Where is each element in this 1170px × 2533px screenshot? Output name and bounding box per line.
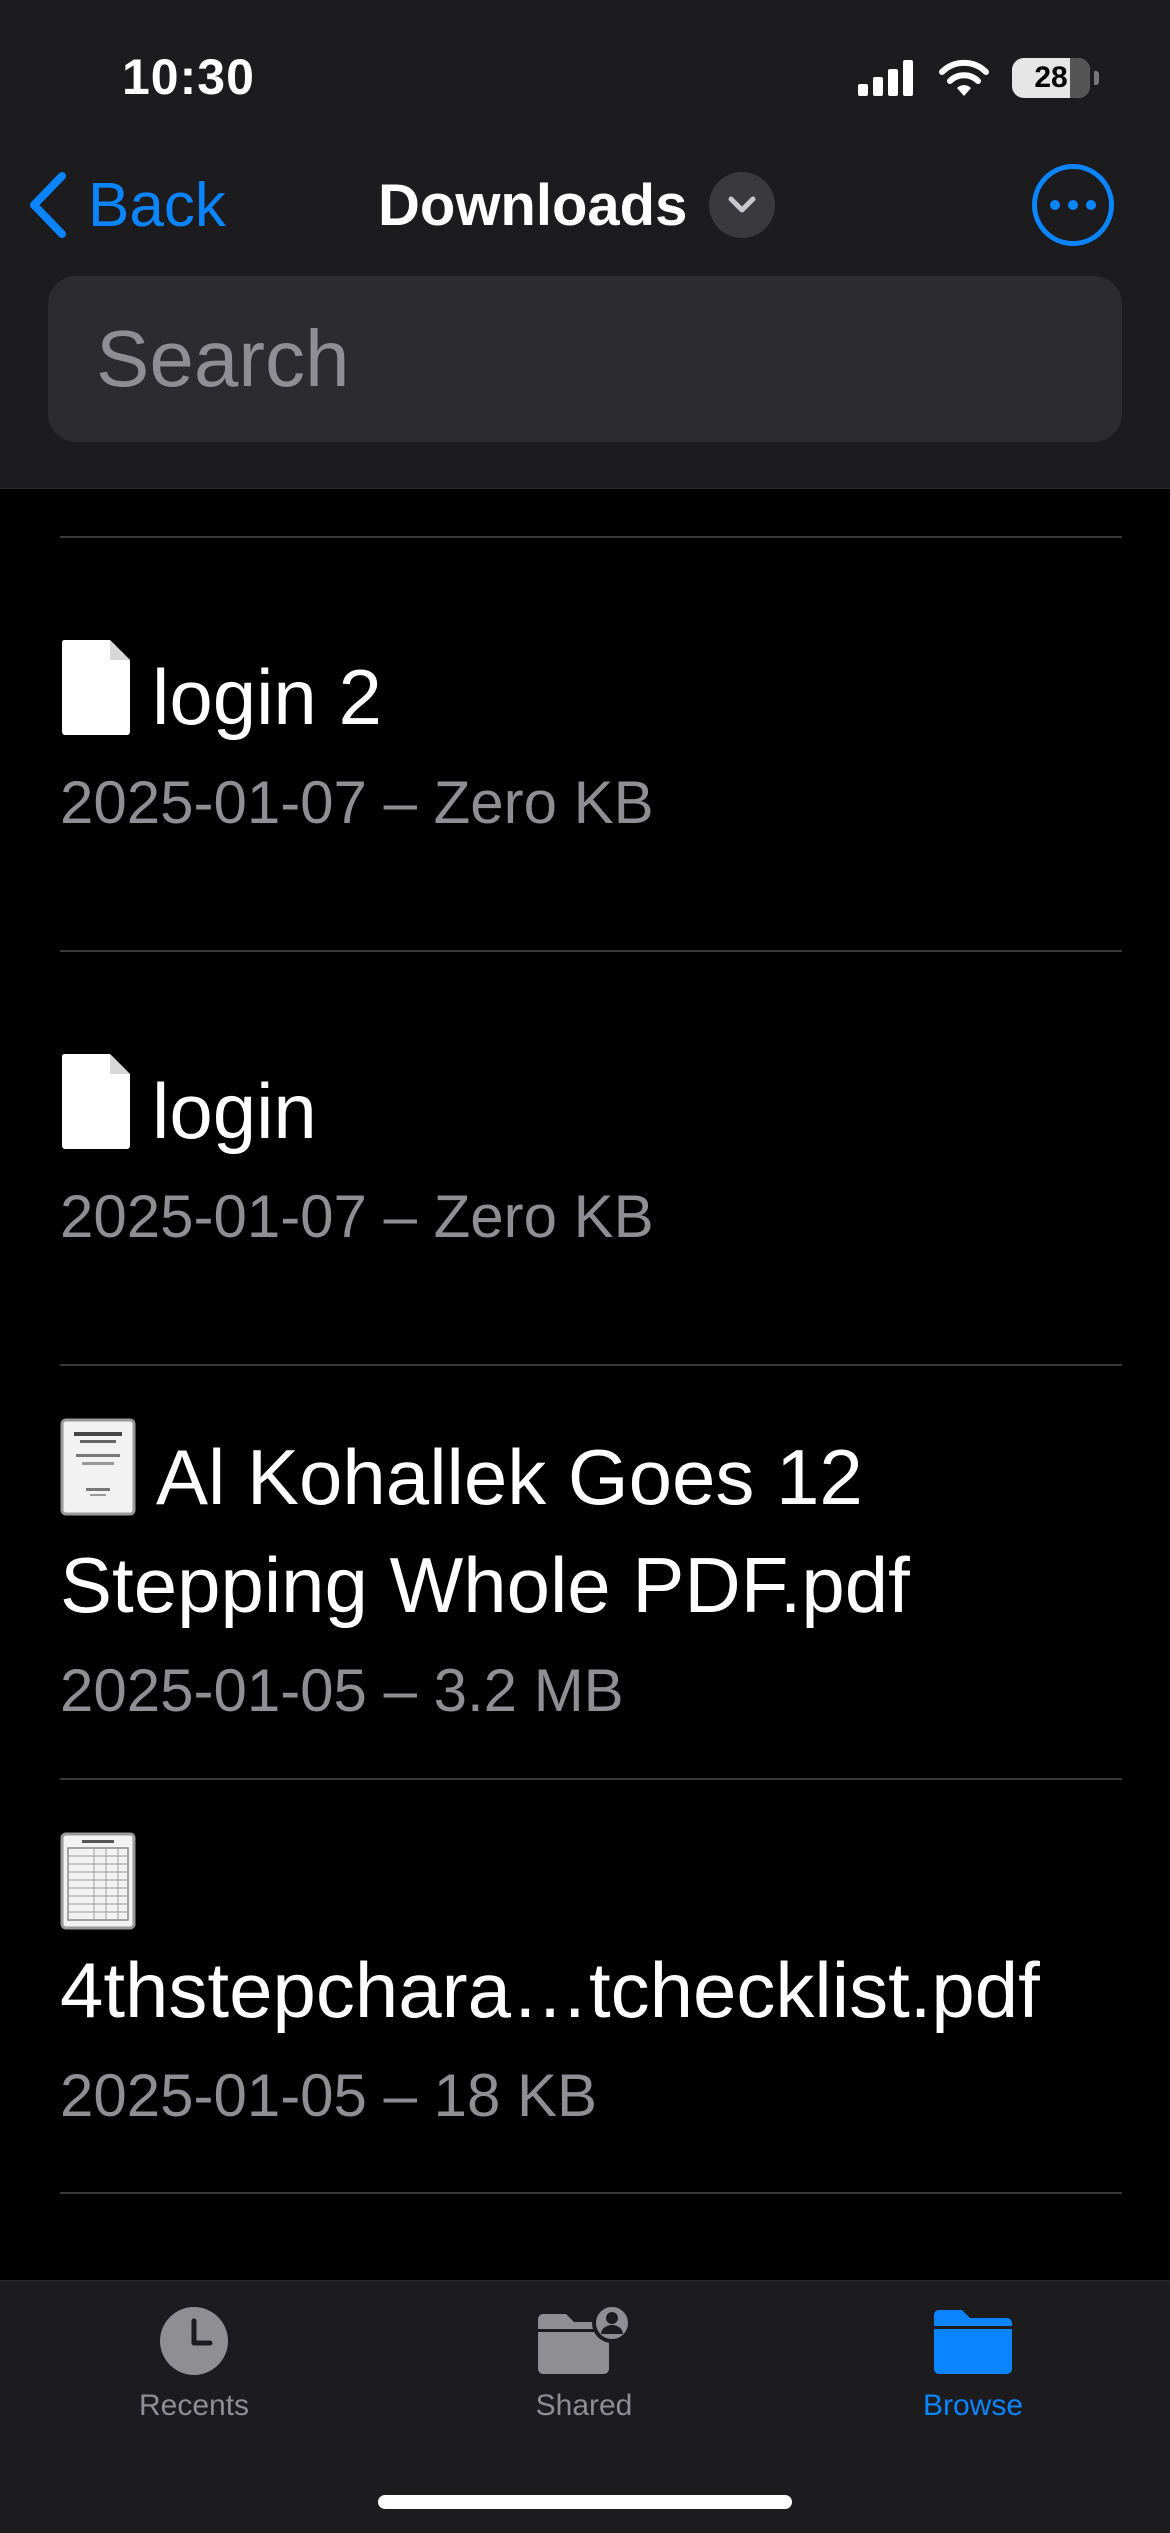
tab-shared[interactable]: Shared	[444, 2305, 724, 2455]
folder-icon	[934, 2310, 1012, 2374]
file-item-4thstep-pdf[interactable]: 4thstepchara…tchecklist.pdf 2025-01-05 –…	[60, 1832, 1122, 2138]
status-time: 10:30	[122, 49, 255, 105]
tab-recents[interactable]: Recents	[54, 2305, 334, 2455]
tab-label: Recents	[138, 2389, 250, 2422]
file-name: login 2	[152, 653, 382, 741]
battery-indicator: 28	[1012, 58, 1099, 98]
title-menu-button[interactable]	[709, 172, 776, 238]
navigation-header: 10:30 28 Back Downloads	[0, 0, 1170, 489]
search-bar[interactable]	[48, 276, 1125, 442]
list-divider	[60, 1778, 1122, 1780]
file-item-al-kohallek-pdf[interactable]: Al Kohallek Goes 12 Stepping Whole PDF.p…	[60, 1418, 1122, 1733]
shared-folder-icon	[538, 2305, 632, 2374]
chevron-down-icon	[728, 196, 756, 213]
file-meta: 2025-01-07 – Zero KB	[60, 769, 654, 836]
search-input[interactable]	[96, 313, 1125, 405]
chevron-left-icon	[30, 172, 66, 238]
list-divider	[60, 1364, 1122, 1366]
battery-level: 28	[1034, 61, 1068, 94]
ellipsis-circle-icon	[1050, 200, 1060, 210]
file-meta: 2025-01-05 – 3.2 MB	[60, 1657, 624, 1724]
page-title: Downloads	[378, 172, 688, 238]
wifi-icon	[939, 59, 989, 96]
cellular-signal-icon	[858, 60, 913, 96]
tab-browse[interactable]: Browse	[833, 2305, 1113, 2455]
folder-title-menu[interactable]: Downloads	[378, 160, 776, 250]
pdf-thumbnail-icon	[60, 1418, 136, 1516]
blank-document-icon	[61, 1054, 130, 1149]
tab-bar: Recents Shared Browse	[0, 2280, 1170, 2533]
file-item-login[interactable]: login 2025-01-07 – Zero KB	[60, 1052, 1122, 1259]
file-name: Al Kohallek Goes 12 Stepping Whole PDF.p…	[60, 1433, 910, 1629]
file-item-login-2[interactable]: login 2 2025-01-07 – Zero KB	[60, 638, 1122, 845]
tab-label: Shared	[535, 2389, 633, 2422]
file-meta: 2025-01-07 – Zero KB	[60, 1183, 654, 1250]
pdf-thumbnail-icon	[60, 1832, 136, 1930]
list-divider	[60, 2192, 1122, 2194]
back-label: Back	[88, 170, 226, 240]
status-icons: 28	[858, 50, 1099, 106]
tab-label: Browse	[922, 2389, 1024, 2422]
list-divider	[60, 536, 1122, 538]
blank-document-icon	[61, 640, 130, 735]
file-meta: 2025-01-05 – 18 KB	[60, 2062, 598, 2129]
clock-icon	[160, 2307, 228, 2375]
back-button[interactable]: Back	[26, 160, 226, 250]
more-options-button[interactable]	[1032, 164, 1114, 246]
file-name: login	[152, 1067, 317, 1155]
list-divider	[60, 950, 1122, 952]
file-name: 4thstepchara…tchecklist.pdf	[60, 1946, 1040, 2034]
home-indicator[interactable]	[378, 2495, 792, 2509]
